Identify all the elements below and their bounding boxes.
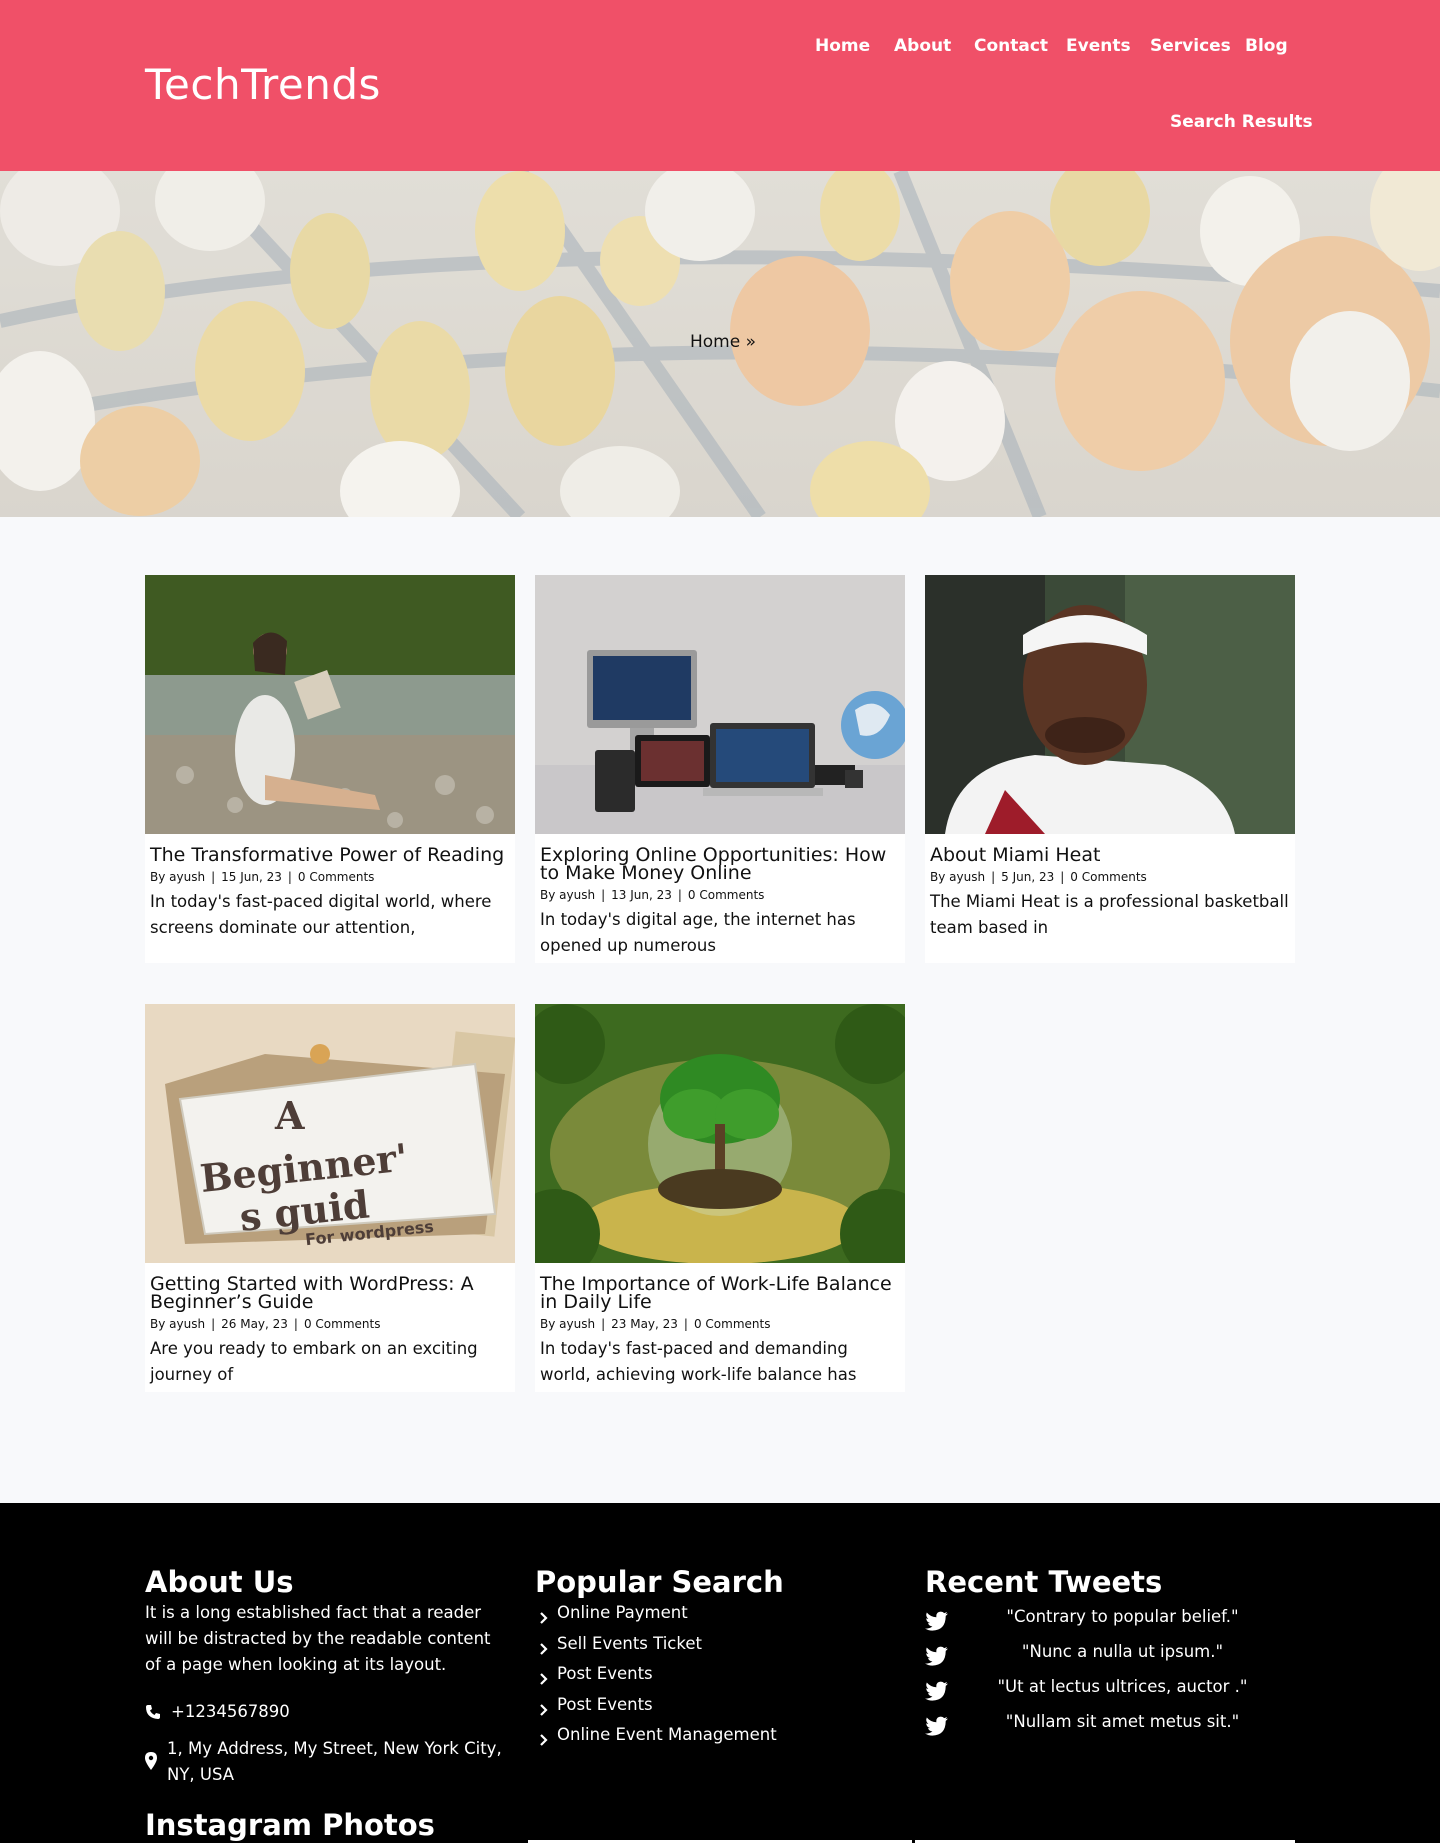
tweet-item[interactable]: "Ut at lectus ultrices, auctor ." (925, 1677, 1295, 1705)
post-author[interactable]: By ayush (150, 870, 205, 884)
post-card[interactable]: A Beginner' s guid For wordpress Getting… (145, 1004, 515, 1392)
post-date: 5 Jun, 23 (1001, 870, 1055, 884)
post-comments[interactable]: 0 Comments (304, 1317, 381, 1331)
chevron-right-icon (540, 1701, 548, 1720)
footer-popular-heading: Popular Search (535, 1565, 784, 1599)
nav-contact[interactable]: Contact (974, 36, 1048, 56)
post-author[interactable]: By ayush (540, 1317, 595, 1331)
tweet-text: "Nunc a nulla ut ipsum." (1021, 1642, 1224, 1661)
post-comments[interactable]: 0 Comments (694, 1317, 771, 1331)
post-meta: By ayush | 15 Jun, 23 | 0 Comments (150, 870, 375, 884)
post-title[interactable]: Getting Started with WordPress: A Beginn… (150, 1275, 510, 1312)
post-comments[interactable]: 0 Comments (298, 870, 375, 884)
post-card[interactable]: The Importance of Work-Life Balance in D… (535, 1004, 905, 1392)
post-image[interactable] (145, 575, 515, 834)
post-card[interactable]: The Transformative Power of Reading By a… (145, 575, 515, 963)
chevron-right-icon (540, 1609, 548, 1628)
footer-tweets-heading: Recent Tweets (925, 1565, 1163, 1599)
post-image[interactable] (535, 1004, 905, 1263)
post-date: 23 May, 23 (611, 1317, 678, 1331)
hero-banner: Home » (0, 171, 1440, 517)
post-title[interactable]: The Importance of Work-Life Balance in D… (540, 1275, 900, 1312)
post-meta: By ayush | 5 Jun, 23 | 0 Comments (930, 870, 1147, 884)
nav-about[interactable]: About (894, 36, 951, 56)
post-date: 26 May, 23 (221, 1317, 288, 1331)
post-excerpt: In today's fast-paced digital world, whe… (150, 892, 492, 937)
nav-home[interactable]: Home (815, 36, 870, 56)
footer-instagram-heading: Instagram Photos (145, 1808, 435, 1842)
post-excerpt: In today's fast-paced and demanding worl… (540, 1339, 857, 1384)
tweet-item[interactable]: "Nullam sit amet metus sit." (925, 1712, 1295, 1740)
breadcrumb[interactable]: Home » (690, 332, 756, 352)
post-author[interactable]: By ayush (930, 870, 985, 884)
post-comments[interactable]: 0 Comments (1070, 870, 1147, 884)
popular-search-item[interactable]: Post Events (557, 1695, 653, 1714)
popular-search-item[interactable]: Post Events (557, 1664, 653, 1683)
nav-services[interactable]: Services (1150, 36, 1231, 56)
post-card[interactable]: Exploring Online Opportunities: How to M… (535, 575, 905, 963)
phone-icon (145, 1704, 161, 1724)
post-meta: By ayush | 13 Jun, 23 | 0 Comments (540, 888, 765, 902)
post-image[interactable] (925, 575, 1295, 834)
post-excerpt: Are you ready to embark on an exciting j… (150, 1339, 478, 1384)
post-excerpt: In today's digital age, the internet has… (540, 910, 856, 955)
tweet-text: "Nullam sit amet metus sit." (1005, 1712, 1240, 1731)
post-meta: By ayush | 23 May, 23 | 0 Comments (540, 1317, 771, 1331)
post-image[interactable]: A Beginner' s guid For wordpress (145, 1004, 515, 1263)
popular-search-item[interactable]: Sell Events Ticket (557, 1634, 702, 1653)
post-title[interactable]: Exploring Online Opportunities: How to M… (540, 846, 900, 883)
main-nav: Home About Contact Events Services Blog … (0, 0, 1440, 171)
tweet-item[interactable]: "Contrary to popular belief." (925, 1607, 1295, 1635)
footer-address: 1, My Address, My Street, New York City,… (167, 1739, 502, 1784)
chevron-right-icon (540, 1640, 548, 1659)
chevron-right-icon (540, 1731, 548, 1750)
footer-phone[interactable]: +1234567890 (171, 1699, 290, 1725)
post-title[interactable]: The Transformative Power of Reading (150, 846, 504, 865)
nav-events[interactable]: Events (1066, 36, 1131, 56)
post-author[interactable]: By ayush (540, 888, 595, 902)
post-card[interactable]: About Miami Heat By ayush | 5 Jun, 23 | 0 Co… (925, 575, 1295, 963)
post-image[interactable] (535, 575, 905, 834)
map-pin-icon (145, 1752, 157, 1774)
post-meta: By ayush | 26 May, 23 | 0 Comments (150, 1317, 381, 1331)
footer-about-heading: About Us (145, 1565, 294, 1599)
post-date: 13 Jun, 23 (611, 888, 672, 902)
post-comments[interactable]: 0 Comments (688, 888, 765, 902)
nav-search-results[interactable]: Search Results (1170, 112, 1313, 132)
popular-search-item[interactable]: Online Event Management (557, 1725, 777, 1744)
post-title[interactable]: About Miami Heat (930, 846, 1100, 865)
tweet-text: "Contrary to popular belief." (1006, 1607, 1239, 1626)
chevron-right-icon (540, 1670, 548, 1689)
image-text-a: A (274, 1093, 305, 1138)
site-header: TechTrends Home About Contact Events Ser… (0, 0, 1440, 171)
site-footer: About Us It is a long established fact t… (0, 1503, 1440, 1843)
post-author[interactable]: By ayush (150, 1317, 205, 1331)
footer-about-text: It is a long established fact that a rea… (145, 1603, 491, 1674)
tweet-item[interactable]: "Nunc a nulla ut ipsum." (925, 1642, 1295, 1670)
tweet-text: "Ut at lectus ultrices, auctor ." (997, 1677, 1248, 1696)
post-date: 15 Jun, 23 (221, 870, 282, 884)
nav-blog[interactable]: Blog (1245, 36, 1288, 56)
popular-search-item[interactable]: Online Payment (557, 1603, 688, 1622)
post-excerpt: The Miami Heat is a professional basketb… (930, 892, 1289, 937)
